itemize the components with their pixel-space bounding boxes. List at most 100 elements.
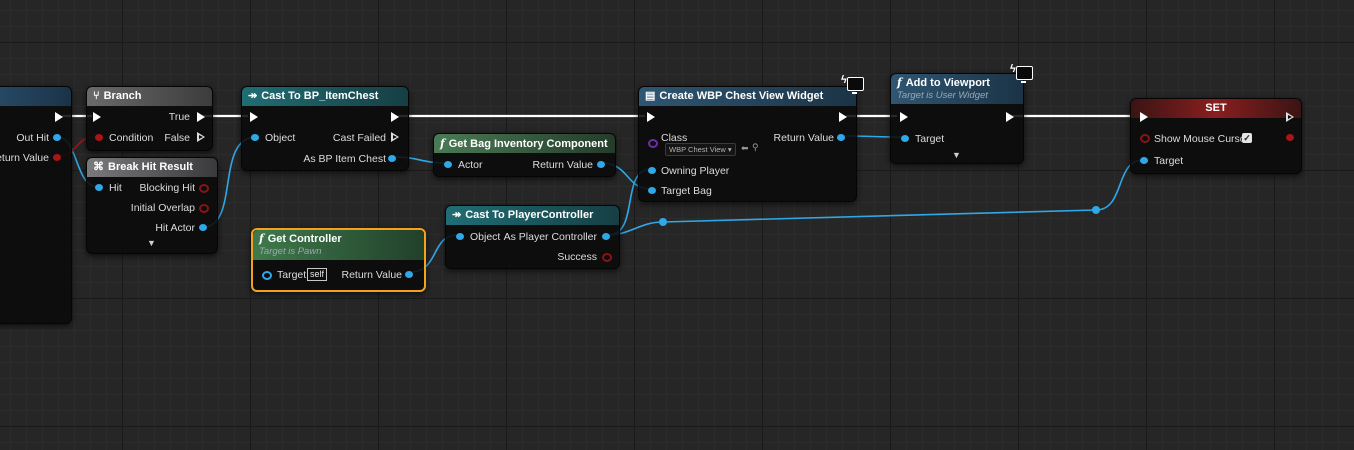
node-subtitle: Target is Pawn: [259, 246, 322, 257]
pin-label-false: False: [164, 132, 190, 144]
get-controller-node[interactable]: f Get Controller Target is Pawn Target se…: [251, 228, 426, 292]
exec-out-pin[interactable]: [839, 112, 847, 122]
pin-initial-overlap[interactable]: [199, 204, 209, 213]
exec-in-pin[interactable]: [250, 112, 258, 122]
exec-out-pin[interactable]: [1286, 112, 1294, 122]
node-header: f Add to Viewport Target is User Widget: [891, 74, 1023, 104]
pin-label-return-value: Return Value: [773, 132, 834, 144]
browse-search-icon[interactable]: ⚲: [752, 142, 759, 153]
node-header: ▤ Create WBP Chest View Widget: [639, 87, 856, 106]
pin-label-return-value: Return Value: [341, 269, 402, 281]
pin-label-hit: Hit: [109, 182, 122, 194]
pin-success[interactable]: [602, 253, 612, 262]
use-selected-arrow-icon[interactable]: ⬅: [741, 143, 749, 154]
create-widget-node[interactable]: ▤ Create WBP Chest View Widget Class WBP …: [638, 86, 857, 202]
latent-monitor-icon: [847, 77, 864, 94]
pin-label-initial-overlap: Initial Overlap: [130, 202, 195, 214]
exec-cast-failed-pin[interactable]: [391, 132, 399, 142]
pin-return-value[interactable]: [405, 271, 413, 278]
function-icon: f: [897, 76, 902, 89]
node-subtitle: Target is User Widget: [897, 90, 988, 101]
cast-to-itemchest-node[interactable]: ↠ Cast To BP_ItemChest Object Cast Failed…: [241, 86, 409, 171]
add-to-viewport-node[interactable]: f Add to Viewport Target is User Widget T…: [890, 73, 1024, 164]
pin-label-return-value: eturn Value: [0, 152, 49, 164]
exec-in-pin[interactable]: [93, 112, 101, 122]
set-node[interactable]: SET Show Mouse Cursor ✓ Target: [1130, 98, 1302, 174]
pin-target-bag[interactable]: [648, 187, 656, 194]
reroute-knot: [1092, 206, 1100, 214]
pin-return-value[interactable]: [597, 161, 605, 168]
node-header: [0, 87, 71, 106]
branch-node[interactable]: ⑂ Branch True Condition False: [86, 86, 213, 151]
pin-object[interactable]: [251, 134, 259, 141]
pin-return-value[interactable]: [53, 154, 61, 161]
pin-label-true: True: [168, 111, 190, 123]
node-title: Cast To BP_ItemChest: [261, 90, 379, 102]
node-title: Break Hit Result: [108, 161, 193, 173]
pin-label-condition: Condition: [109, 132, 154, 144]
get-bag-inventory-node[interactable]: f Get Bag Inventory Component Actor Retur…: [433, 133, 616, 177]
pin-label-success: Success: [557, 251, 597, 263]
show-mouse-cursor-checkbox[interactable]: ✓: [1242, 133, 1252, 143]
pin-out-hit[interactable]: [53, 134, 61, 141]
break-struct-icon: ⌘: [93, 161, 104, 173]
pin-target[interactable]: [901, 135, 909, 142]
pin-label-blocking-hit: Blocking Hit: [139, 182, 195, 194]
pin-label-cast-failed: Cast Failed: [332, 132, 386, 144]
cast-to-playercontroller-node[interactable]: ↠ Cast To PlayerController Object As Play…: [445, 205, 620, 269]
pin-label-out-hit: Out Hit: [16, 132, 49, 144]
cast-arrow-icon: ↠: [452, 209, 462, 221]
pin-label-target: Target: [1154, 155, 1184, 167]
break-hit-result-node[interactable]: ⌘ Break Hit Result Hit Blocking Hit Initi…: [86, 157, 218, 254]
exec-out-false-pin[interactable]: [197, 132, 205, 142]
pin-blocking-hit[interactable]: [199, 184, 209, 193]
pin-label-owning-player: Owning Player: [661, 165, 730, 177]
pin-return-value[interactable]: [837, 134, 845, 141]
expand-chevron-icon[interactable]: ▼: [952, 150, 961, 160]
pin-show-mouse-cursor-out[interactable]: [1286, 134, 1294, 141]
exec-in-pin[interactable]: [1140, 112, 1148, 122]
node-header: ↠ Cast To PlayerController: [446, 206, 619, 225]
node-title: Branch: [103, 90, 142, 102]
pin-show-mouse-cursor-in[interactable]: [1140, 134, 1150, 143]
node-header: f Get Bag Inventory Component: [434, 134, 615, 153]
pin-class[interactable]: [648, 139, 658, 148]
class-dropdown[interactable]: WBP Chest View ▾: [665, 143, 736, 156]
exec-out-pin[interactable]: [55, 112, 63, 122]
function-icon: f: [259, 232, 264, 245]
pin-as-player-controller[interactable]: [602, 233, 610, 240]
target-self-value[interactable]: self: [307, 268, 328, 281]
pin-condition[interactable]: [95, 134, 103, 141]
pin-label-target-bag: Target Bag: [661, 185, 712, 197]
pin-object[interactable]: [456, 233, 464, 240]
pin-label-as-bp-item-chest: As BP Item Chest: [303, 153, 386, 165]
pin-label-hit-actor: Hit Actor: [155, 222, 195, 234]
pin-owning-player[interactable]: [648, 167, 656, 174]
function-icon: f: [440, 137, 445, 150]
pin-target[interactable]: [1140, 157, 1148, 164]
exec-out-pin[interactable]: [1006, 112, 1014, 122]
lightning-icon: ϟ: [841, 74, 847, 86]
exec-in-pin[interactable]: [647, 112, 655, 122]
exec-in-pin[interactable]: [900, 112, 908, 122]
reroute-knot: [659, 218, 667, 226]
node-title: Get Bag Inventory Component: [448, 138, 608, 150]
pin-label-show-mouse-cursor: Show Mouse Cursor: [1154, 133, 1250, 145]
pin-hit-actor[interactable]: [199, 224, 207, 231]
node-header: ⌘ Break Hit Result: [87, 158, 217, 177]
exec-out-true-pin[interactable]: [197, 112, 205, 122]
pin-label-target: Target: [277, 269, 307, 281]
left-partial-node[interactable]: Out Hit eturn Value: [0, 86, 72, 324]
pin-target[interactable]: [262, 271, 272, 280]
pin-label-target: Target: [915, 133, 945, 145]
pin-actor[interactable]: [444, 161, 452, 168]
expand-chevron-icon[interactable]: ▼: [147, 238, 156, 248]
pin-label-return-value: Return Value: [532, 159, 593, 171]
pin-hit[interactable]: [95, 184, 103, 191]
lightning-icon: ϟ: [1010, 63, 1016, 75]
class-dropdown-value: WBP Chest View: [669, 145, 726, 154]
pin-as-bp-item-chest[interactable]: [388, 155, 396, 162]
pin-label-object: Object: [470, 231, 501, 243]
exec-out-pin[interactable]: [391, 112, 399, 122]
widget-icon: ▤: [645, 90, 656, 102]
